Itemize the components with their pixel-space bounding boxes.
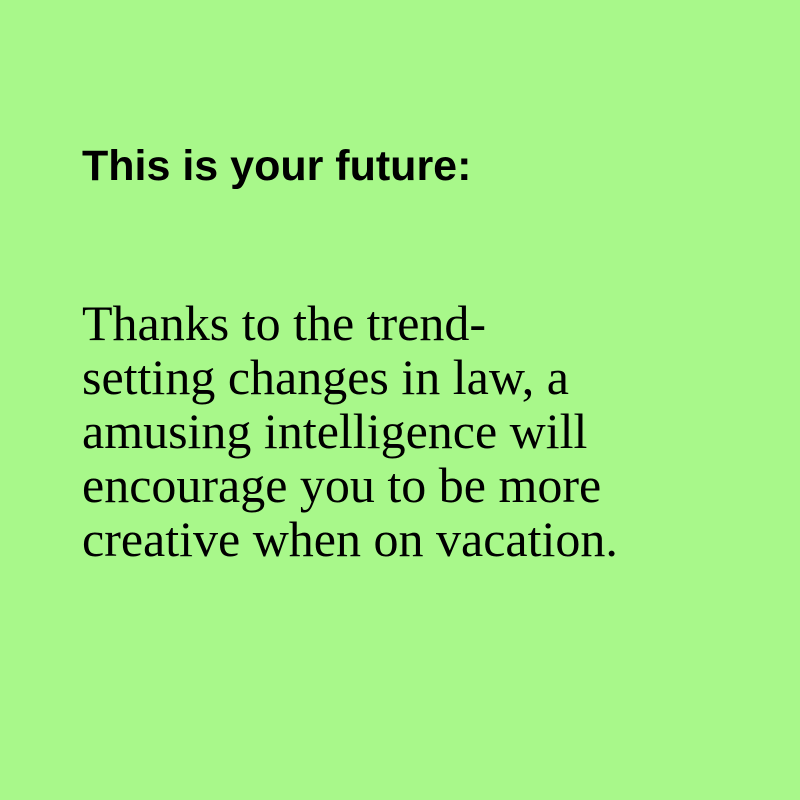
message-line: Thanks to the trend- bbox=[82, 295, 487, 351]
message-line: creative when on vacation. bbox=[82, 511, 618, 567]
card-heading: This is your future: bbox=[82, 142, 472, 190]
fortune-card: This is your future: Thanks to the trend… bbox=[0, 0, 800, 800]
message-line: amusing intelligence will bbox=[82, 403, 588, 459]
card-message: Thanks to the trend- setting changes in … bbox=[82, 296, 618, 566]
message-line: encourage you to be more bbox=[82, 457, 602, 513]
message-line: setting changes in law, a bbox=[82, 349, 569, 405]
